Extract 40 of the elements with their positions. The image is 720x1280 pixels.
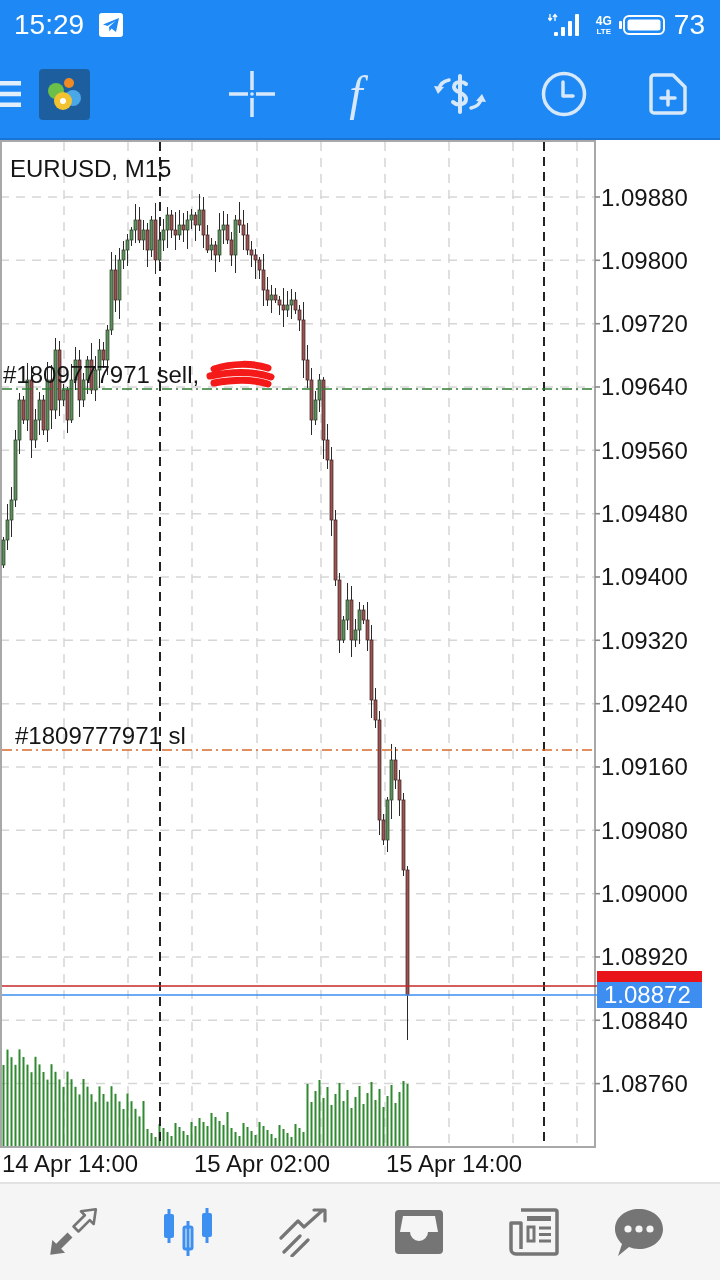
price-axis-label: 1.09880 <box>601 183 688 211</box>
price-axis-label: 1.08760 <box>601 1070 688 1098</box>
battery-percent: 73 <box>673 11 705 39</box>
price-axis-label: 1.09800 <box>601 246 688 274</box>
time-axis-label: 15 Apr 14:00 <box>386 1150 523 1177</box>
price-axis-label: 1.09240 <box>601 690 688 718</box>
price-axis-label: 1.09480 <box>601 500 688 528</box>
chart-symbol-title: EURUSD, M15 <box>10 155 172 182</box>
bid-price-tag: 1.08872 <box>597 981 702 1008</box>
time-axis-label: 14 Apr 14:00 <box>2 1150 139 1177</box>
time-axis-label: 15 Apr 02:00 <box>194 1150 331 1177</box>
crosshair-icon[interactable] <box>229 71 275 117</box>
price-axis-label: 1.09560 <box>601 436 688 464</box>
candlestick-icon[interactable] <box>162 1207 213 1257</box>
price-axis-label: 1.09720 <box>601 310 688 338</box>
price-axis-label: 1.09000 <box>601 880 688 908</box>
price-axis-label: 1.09640 <box>601 373 688 401</box>
trend-arrow-icon[interactable] <box>278 1207 328 1257</box>
paper-plane-icon <box>99 13 124 37</box>
price-axis-label: 1.09080 <box>601 816 688 844</box>
app-logo-icon[interactable] <box>39 68 90 120</box>
price-axis-label: 1.09400 <box>601 563 688 591</box>
order-label: #1809777971 sl <box>15 722 186 749</box>
function-button[interactable]: f <box>345 70 367 118</box>
newspaper-icon[interactable] <box>508 1207 559 1257</box>
menu-icon[interactable] <box>0 80 21 108</box>
chat-bubble-icon[interactable] <box>613 1207 664 1257</box>
inbox-tray-icon[interactable] <box>393 1207 444 1257</box>
status-time: 15:29 <box>14 11 85 39</box>
battery-icon <box>618 15 665 35</box>
network-type: 4G <box>595 14 612 27</box>
price-axis-label: 1.08840 <box>601 1006 688 1034</box>
price-axis-label: 1.09320 <box>601 626 688 654</box>
price-axis-label: 1.09160 <box>601 753 688 781</box>
price-axis-label: 1.08920 <box>601 943 688 971</box>
dollar-arrows-icon[interactable] <box>433 74 487 114</box>
clock-icon[interactable] <box>541 71 587 117</box>
network-subtype: LTE <box>596 27 612 36</box>
document-plus-icon[interactable] <box>649 73 687 115</box>
double-arrow-icon[interactable] <box>47 1207 98 1257</box>
